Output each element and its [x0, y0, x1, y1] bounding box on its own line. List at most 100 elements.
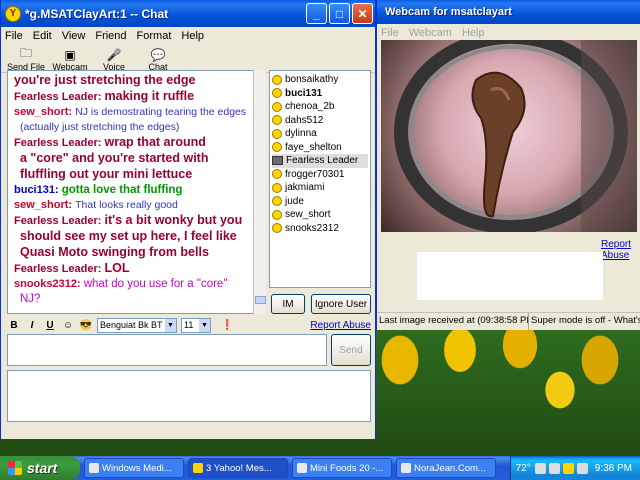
taskbar-item-norajean[interactable]: NoraJean.Com... [396, 458, 496, 478]
chevron-down-icon: ▼ [199, 318, 210, 332]
info-pane [7, 370, 371, 422]
menu-friend[interactable]: Friend [95, 30, 126, 42]
alert-icon[interactable]: ❗ [221, 320, 233, 331]
message-text: That looks really good [75, 199, 178, 211]
message-line: (actually just stretching the edges) [14, 120, 261, 135]
italic-button[interactable]: I [25, 320, 39, 331]
report-abuse-link[interactable]: Report Abuse [310, 320, 371, 331]
message-sender: snooks2312: [14, 278, 81, 290]
message-text: should see my set up here, I feel like [20, 229, 237, 243]
emoticon-icon[interactable]: ☺ [61, 320, 75, 331]
scrollbar-thumb[interactable] [255, 296, 266, 304]
maximize-button[interactable]: □ [329, 3, 350, 24]
ignore-user-button[interactable]: Ignore User [311, 294, 371, 314]
voice-button[interactable]: 🎤 Voice [93, 47, 135, 73]
message-text: NJ is demostrating tearing the edges [75, 106, 247, 118]
webcam-titlebar[interactable]: Webcam for msatclayart [377, 0, 640, 24]
chat-toolbar: 🗀 Send File ▣ Webcam 🎤 Voice 💬 Chat [1, 45, 375, 73]
font-size-select[interactable]: 11 ▼ [181, 317, 211, 333]
browser-icon [297, 463, 307, 473]
last-image-status: Last image received at (09:38:58 PM) [377, 313, 529, 330]
user-item-dahs512[interactable]: dahs512 [272, 114, 368, 128]
message-text: wrap that around [104, 135, 206, 149]
message-sender: Fearless Leader: [14, 137, 102, 149]
message-text: making it ruffle [104, 89, 195, 103]
im-button[interactable]: IM [271, 294, 305, 314]
user-name: chenoa_2b [285, 101, 335, 113]
message-text: it's a bit wonky but you [104, 213, 243, 227]
webcam-button[interactable]: ▣ Webcam [49, 47, 91, 73]
user-item-bonsaikathy[interactable]: bonsaikathy [272, 73, 368, 87]
yahoo-tray-icon[interactable] [562, 462, 574, 474]
chat-titlebar[interactable]: Y *g.MSATClayArt:1 -- Chat _ □ ✕ [1, 0, 375, 27]
underline-button[interactable]: U [43, 320, 57, 331]
send-file-icon: 🗀 [19, 46, 32, 60]
webcam-report-abuse-link[interactable]: Report Abuse [601, 239, 640, 261]
message-sender: Fearless Leader: [14, 91, 102, 103]
webcam-menu-help[interactable]: Help [462, 27, 485, 39]
menu-view[interactable]: View [62, 30, 86, 42]
weather-temp[interactable]: 72° [516, 463, 531, 474]
user-item-buci131[interactable]: buci131 [272, 87, 368, 101]
message-input[interactable] [7, 334, 327, 366]
bold-button[interactable]: B [7, 320, 21, 331]
message-pane[interactable]: you're just stretching the edge Fearless… [7, 70, 266, 314]
webcam-icon: ▣ [64, 47, 76, 62]
menu-help[interactable]: Help [181, 30, 204, 42]
smiley-icon [272, 169, 282, 180]
webcam-menu-file[interactable]: File [381, 27, 399, 39]
chevron-down-icon: ▼ [165, 318, 176, 332]
message-line: Fearless Leader: it's a bit wonky but yo… [14, 213, 261, 229]
taskbar-item-yahoo-messenger[interactable]: 3 Yahoo! Mes... [188, 458, 288, 478]
user-item-chenoa-2b[interactable]: chenoa_2b [272, 100, 368, 114]
network-icon[interactable] [534, 462, 546, 474]
smiley-icon [272, 196, 282, 207]
volume-icon[interactable] [548, 462, 560, 474]
smiley-icon [272, 209, 282, 220]
close-button[interactable]: ✕ [352, 3, 373, 24]
send-button[interactable]: Send [331, 334, 371, 366]
user-name: Fearless Leader [286, 155, 359, 167]
menu-file[interactable]: File [5, 30, 23, 42]
chat-button[interactable]: 💬 Chat [137, 47, 179, 73]
browser-icon [401, 463, 411, 473]
user-name: sew_short [285, 209, 331, 221]
user-item-frogger70301[interactable]: frogger70301 [272, 168, 368, 182]
user-name: bonsaikathy [285, 74, 339, 86]
user-item-snooks2312[interactable]: snooks2312 [272, 222, 368, 236]
message-sender: Fearless Leader: [14, 263, 102, 275]
user-name: faye_shelton [285, 141, 342, 153]
user-item-jude[interactable]: jude [272, 195, 368, 209]
message-text: what do you use for a "core" [83, 278, 228, 290]
clock[interactable]: 9:38 PM [595, 463, 632, 474]
taskbar-item-windows-media[interactable]: Windows Medi... [84, 458, 184, 478]
start-button[interactable]: start [0, 456, 80, 480]
webcam-status-bar: Last image received at (09:38:58 PM) Sup… [377, 312, 640, 330]
webcam-menu-webcam[interactable]: Webcam [409, 27, 452, 39]
user-item-dylinna[interactable]: dylinna [272, 127, 368, 141]
message-line: sew_short: NJ is demostrating tearing th… [14, 105, 261, 120]
menu-edit[interactable]: Edit [33, 30, 52, 42]
user-item-sew-short[interactable]: sew_short [272, 208, 368, 222]
user-item-fearless-leader[interactable]: Fearless Leader [272, 154, 368, 168]
message-text: NJ? [20, 293, 41, 305]
webcam-window-title: Webcam for msatclayart [385, 6, 512, 18]
taskbar-item-mini-foods[interactable]: Mini Foods 20 -... [292, 458, 392, 478]
menu-format[interactable]: Format [137, 30, 172, 42]
send-file-button[interactable]: 🗀 Send File [5, 46, 47, 72]
smiley-icon [272, 128, 282, 139]
font-select[interactable]: Benguiat Bk BT ▼ [97, 317, 177, 333]
magnifier-clay-image [394, 40, 637, 232]
user-item-faye-shelton[interactable]: faye_shelton [272, 141, 368, 155]
user-list[interactable]: bonsaikathy buci131 chenoa_2b dahs512 dy… [269, 70, 371, 288]
message-line: NJ? [14, 292, 261, 307]
webcam-image [381, 40, 637, 232]
security-icon[interactable] [576, 462, 588, 474]
message-line: sew_short: That looks really good [14, 198, 261, 213]
message-sender: sew_short: [14, 106, 73, 118]
message-scrollbar[interactable] [253, 70, 266, 314]
user-name: jakmiami [285, 182, 325, 194]
user-item-jakmiami[interactable]: jakmiami [272, 181, 368, 195]
minimize-button[interactable]: _ [306, 3, 327, 24]
audible-icon[interactable]: 😎 [79, 320, 93, 331]
